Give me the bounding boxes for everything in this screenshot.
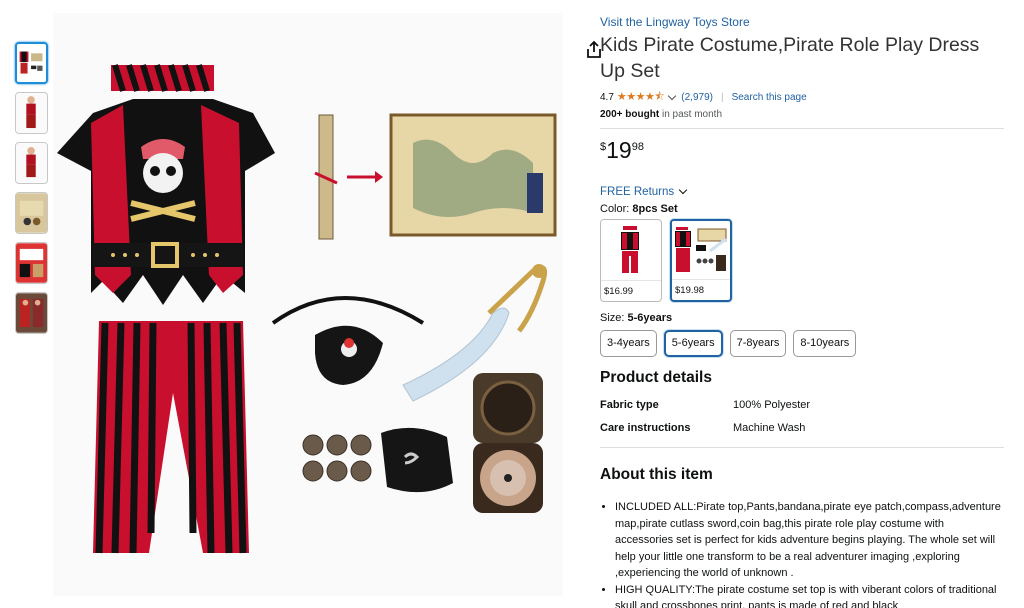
free-returns-label: FREE Returns [600, 186, 675, 198]
pirate-costume-set-image [53, 13, 563, 596]
color-label: Color: 8pcs Set [600, 203, 1004, 215]
detail-thumb-image [16, 243, 47, 283]
swatch-price: $19.98 [675, 285, 705, 296]
thumbnail-lifestyle[interactable] [15, 292, 48, 334]
details-key: Care instructions [600, 422, 691, 434]
thumbnail-detail[interactable] [15, 242, 48, 284]
rating-value: 4.7 [600, 91, 614, 103]
thumbnail-kid-1[interactable] [15, 92, 48, 134]
free-returns-link[interactable]: FREE Returns [600, 185, 1004, 198]
swatch-divider [601, 280, 661, 281]
thumbnail-kid-2[interactable] [15, 142, 48, 184]
swatch-price: $16.99 [604, 286, 634, 297]
size-option-5-6years[interactable]: 5-6years [663, 330, 723, 357]
product-title: Kids Pirate Costume,Pirate Role Play Dre… [600, 34, 980, 82]
details-value: Machine Wash [733, 422, 806, 434]
separator: | [720, 91, 724, 103]
lifestyle-thumb-image [16, 293, 47, 333]
store-link[interactable]: Visit the Lingway Toys Store [600, 14, 1004, 30]
size-option-3-4years[interactable]: 3-4years [600, 330, 657, 357]
divider [600, 128, 1004, 129]
color-swatches: $16.99 $19.98 [600, 219, 1004, 302]
search-this-page-link[interactable]: Search this page [732, 92, 807, 103]
details-row: Fabric type 100% Polyester [600, 399, 1004, 422]
size-label: Size: 5-6years [600, 312, 1004, 324]
bought-count: 200+ bought in past month [600, 109, 1004, 120]
chevron-down-icon[interactable] [668, 91, 677, 100]
color-value: 8pcs Set [632, 203, 678, 215]
thumbnail-main-set[interactable] [15, 42, 48, 84]
bought-count-rest: in past month [659, 109, 722, 120]
details-value: 100% Polyester [733, 399, 811, 411]
details-row: Care instructions Machine Wash [600, 422, 1004, 445]
divider [600, 447, 1004, 448]
rating-count-link[interactable]: (2,979) [681, 92, 713, 103]
details-key: Fabric type [600, 399, 659, 411]
about-bullet: INCLUDED ALL:Pirate top,Pants,bandana,pi… [615, 499, 1004, 582]
thumbnail-accessories[interactable] [15, 192, 48, 234]
price-whole: 19 [606, 137, 632, 163]
price: $ 19 98 [600, 137, 1004, 167]
about-this-item-heading: About this item [600, 466, 713, 483]
star-rating-icon[interactable]: ★★★★⯪ [617, 88, 665, 107]
product-details-table: Fabric type 100% Polyester Care instruct… [600, 399, 1004, 445]
about-bullet: HIGH QUALITY:The pirate costume set top … [615, 582, 1004, 608]
8pcs-set-swatch-image [672, 221, 730, 279]
size-value: 5-6years [627, 312, 673, 324]
thumbnail-strip [15, 42, 49, 342]
price-fraction: 98 [631, 141, 644, 153]
size-label-text: Size: [600, 312, 628, 324]
costume-only-swatch-image [601, 220, 659, 278]
color-swatch-8pcs-set[interactable]: $19.98 [670, 219, 732, 302]
about-bullets: INCLUDED ALL:Pirate top,Pants,bandana,pi… [600, 499, 1004, 608]
main-product-image[interactable] [53, 13, 601, 596]
accessories-thumb-image [16, 193, 47, 233]
costume-set-thumb-image [17, 44, 46, 82]
color-swatch-costume-only[interactable]: $16.99 [600, 219, 662, 302]
bought-count-bold: 200+ bought [600, 109, 660, 120]
size-option-7-8years[interactable]: 7-8years [729, 330, 787, 357]
color-label-text: Color: [600, 203, 633, 215]
swatch-divider [672, 279, 730, 280]
size-options: 3-4years 5-6years 7-8years 8-10years [600, 330, 1004, 357]
product-details-heading: Product details [600, 369, 712, 386]
kid-costume-thumb-image [16, 143, 47, 183]
kid-costume-thumb-image [16, 93, 47, 133]
size-option-8-10years[interactable]: 8-10years [793, 330, 857, 357]
product-info-panel: Visit the Lingway Toys Store Kids Pirate… [600, 14, 1004, 608]
rating-row: 4.7 ★★★★⯪ (2,979) | Search this page [600, 90, 1004, 104]
chevron-down-icon [678, 185, 688, 195]
